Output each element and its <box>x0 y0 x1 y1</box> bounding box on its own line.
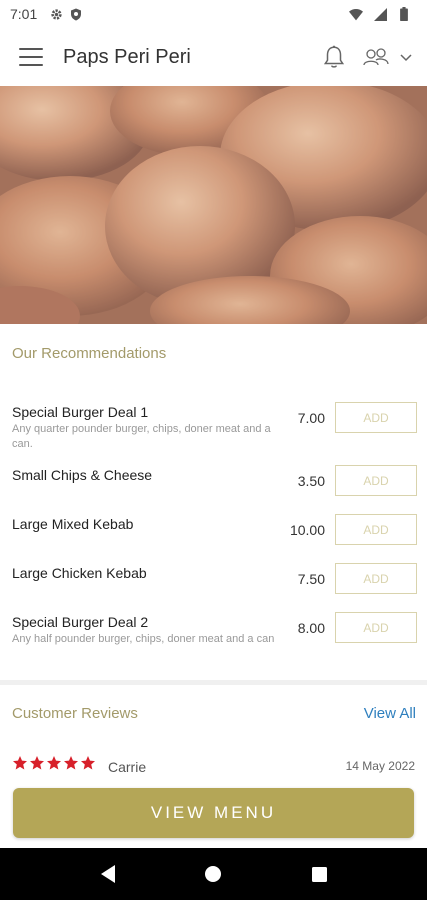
view-menu-button[interactable]: VIEW MENU <box>13 788 414 838</box>
menu-item-name: Large Mixed Kebab <box>12 516 134 532</box>
recents-icon[interactable] <box>308 863 330 885</box>
star-icon <box>47 756 61 770</box>
menu-icon[interactable] <box>19 48 43 66</box>
chevron-down-icon[interactable] <box>399 50 413 64</box>
app-bar: Paps Peri Peri <box>0 28 427 86</box>
review-row: Carrie 14 May 2022 <box>0 753 427 781</box>
menu-item-price: 8.00 <box>297 620 325 636</box>
add-button[interactable]: ADD <box>335 465 417 496</box>
shield-icon <box>69 7 83 21</box>
back-icon[interactable] <box>97 863 119 885</box>
menu-item-price: 7.50 <box>297 571 325 587</box>
system-nav-bar <box>0 848 427 900</box>
menu-item-description: Any half pounder burger, chips, doner me… <box>12 633 275 645</box>
home-icon[interactable] <box>202 863 224 885</box>
menu-item-description: Any quarter pounder burger, chips, doner… <box>12 423 271 450</box>
view-all-link[interactable]: View All <box>364 705 416 722</box>
star-icon <box>30 756 44 770</box>
app-title: Paps Peri Peri <box>63 45 191 68</box>
add-button[interactable]: ADD <box>335 402 417 433</box>
menu-item-name: Special Burger Deal 2 <box>12 614 149 630</box>
add-button[interactable]: ADD <box>335 514 417 545</box>
people-icon[interactable] <box>361 45 391 69</box>
menu-item-price: 3.50 <box>297 473 325 489</box>
star-rating <box>12 755 96 771</box>
status-bar: 7:01 <box>0 0 427 28</box>
review-date: 14 May 2022 <box>345 759 415 773</box>
bell-icon[interactable] <box>321 44 347 70</box>
reviews-title: Customer Reviews <box>12 705 138 722</box>
add-button[interactable]: ADD <box>335 563 417 594</box>
add-button[interactable]: ADD <box>335 612 417 643</box>
menu-item-name: Small Chips & Cheese <box>12 467 153 483</box>
menu-item-name: Large Chicken Kebab <box>12 565 147 581</box>
star-icon <box>13 756 27 770</box>
settings-gear-icon <box>49 7 63 21</box>
hero-image <box>0 86 427 324</box>
menu-item-price: 7.00 <box>297 410 325 426</box>
menu-item-price: 10.00 <box>289 522 325 538</box>
signal-icon <box>373 7 387 21</box>
menu-item: Special Burger Deal 2 Any half pounder b… <box>0 608 427 668</box>
star-icon <box>64 756 78 770</box>
battery-icon <box>397 7 411 21</box>
wifi-icon <box>349 7 363 21</box>
star-icon <box>81 756 95 770</box>
status-time: 7:01 <box>10 6 38 22</box>
menu-item: Special Burger Deal 1 Any quarter pounde… <box>0 398 427 458</box>
recommendations-title: Our Recommendations <box>12 345 167 362</box>
section-divider <box>0 680 427 685</box>
reviewer-name: Carrie <box>108 759 147 775</box>
menu-item-name: Special Burger Deal 1 <box>12 404 149 420</box>
